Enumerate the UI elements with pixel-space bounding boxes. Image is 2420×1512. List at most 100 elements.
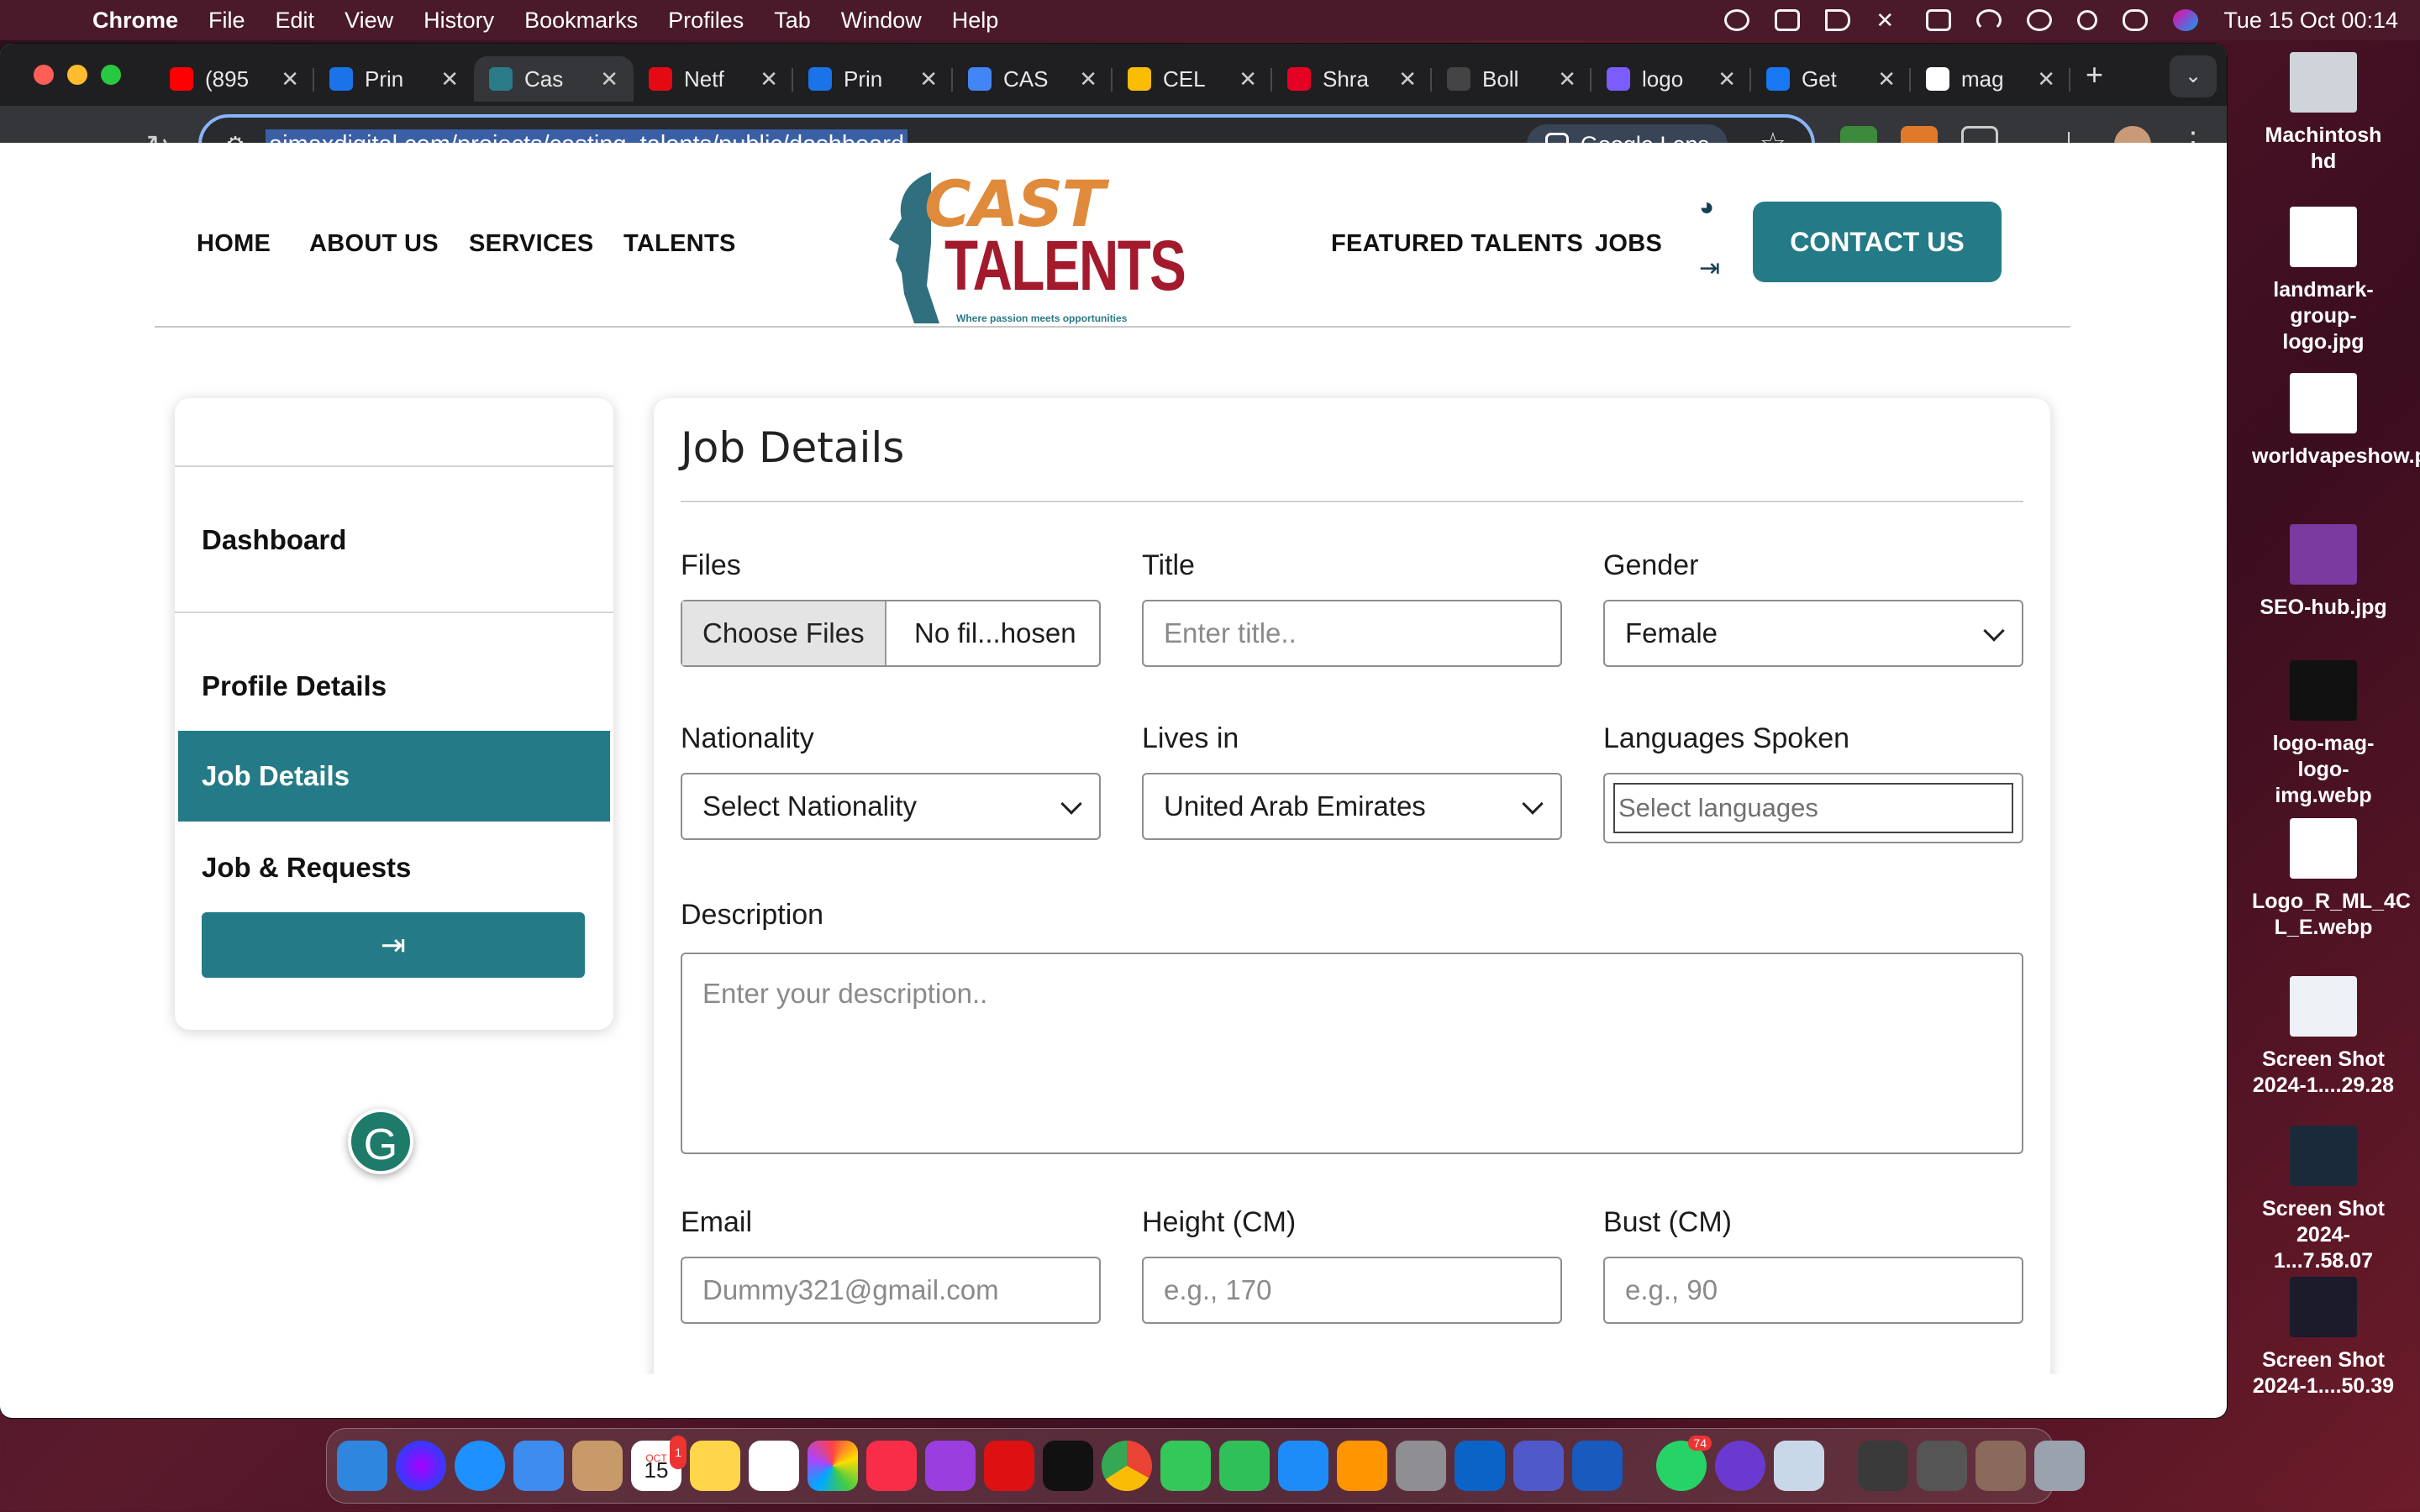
- browser-tab[interactable]: Netf ✕: [634, 56, 793, 102]
- browser-tab[interactable]: (895 ✕: [155, 56, 314, 102]
- sidebar-item-profile-details[interactable]: Profile Details: [202, 670, 387, 702]
- nav-jobs[interactable]: JOBS: [1595, 230, 1662, 258]
- reminders-icon[interactable]: [749, 1441, 799, 1491]
- facetime-icon[interactable]: [1219, 1441, 1270, 1491]
- battery-icon[interactable]: [1926, 9, 1952, 31]
- menu-view[interactable]: View: [345, 8, 393, 34]
- calendar-icon[interactable]: 15 1 OCT: [631, 1436, 687, 1491]
- input-menu-icon[interactable]: [1775, 9, 1801, 31]
- browser-tab[interactable]: Cas ✕: [474, 56, 634, 102]
- tab-close-icon[interactable]: ✕: [1877, 66, 1896, 92]
- tab-close-icon[interactable]: ✕: [1558, 66, 1576, 92]
- sidebar-item-job-requests[interactable]: Job & Requests: [202, 852, 411, 884]
- minimize-window-button[interactable]: [67, 65, 87, 85]
- browser-tab[interactable]: mag ✕: [1911, 56, 2070, 102]
- browser-tab[interactable]: Prin ✕: [314, 56, 474, 102]
- outlook-icon[interactable]: [1455, 1441, 1505, 1491]
- books-icon[interactable]: [1337, 1441, 1387, 1491]
- menu-clock[interactable]: Tue 15 Oct 00:14: [2223, 8, 2398, 34]
- files-input[interactable]: Choose Files No fil...hosen: [681, 600, 1101, 667]
- zoom-window-button[interactable]: [101, 65, 121, 85]
- height-input[interactable]: e.g., 170: [1142, 1257, 1562, 1324]
- menu-help[interactable]: Help: [952, 8, 999, 34]
- acrobat-icon[interactable]: [984, 1441, 1034, 1491]
- menu-app-name[interactable]: Chrome: [92, 8, 178, 34]
- control-center-icon[interactable]: [2123, 9, 2149, 31]
- sidebar-item-job-details[interactable]: Job Details: [178, 731, 610, 822]
- desktop-file-icon[interactable]: Screen Shot 2024-1...7.58.07: [2252, 1126, 2395, 1274]
- contact-us-button[interactable]: CONTACT US: [1753, 202, 2002, 282]
- contacts-icon[interactable]: [572, 1441, 623, 1491]
- nationality-select[interactable]: Select Nationality: [681, 773, 1101, 840]
- browser-tab[interactable]: Prin ✕: [793, 56, 953, 102]
- tab-close-icon[interactable]: ✕: [281, 66, 299, 92]
- vpn-app-icon[interactable]: [1715, 1441, 1765, 1491]
- close-window-button[interactable]: [34, 65, 54, 85]
- tab-close-icon[interactable]: ✕: [2037, 66, 2055, 92]
- desktop-file-icon[interactable]: logo-mag-logo-img.webp: [2252, 660, 2395, 809]
- chrome-icon[interactable]: [1102, 1441, 1152, 1491]
- nav-home[interactable]: HOME: [197, 230, 271, 258]
- description-textarea[interactable]: Enter your description..: [681, 953, 2023, 1154]
- notes-icon[interactable]: [690, 1441, 740, 1491]
- wifi-icon[interactable]: [1976, 9, 2002, 31]
- browser-tab[interactable]: Shra ✕: [1272, 56, 1432, 102]
- choose-files-button[interactable]: Choose Files: [682, 601, 886, 665]
- trash-icon[interactable]: [2034, 1441, 2085, 1491]
- desktop-file-icon[interactable]: SEO-hub.jpg: [2252, 524, 2395, 621]
- tab-close-icon[interactable]: ✕: [1239, 66, 1257, 92]
- languages-multiselect[interactable]: Select languages: [1603, 773, 2023, 843]
- mail-icon[interactable]: [513, 1441, 564, 1491]
- nav-featured-talents[interactable]: FEATURED TALENTS: [1331, 230, 1583, 258]
- gender-select[interactable]: Female: [1603, 600, 2023, 667]
- apple-tv-icon[interactable]: [1043, 1441, 1093, 1491]
- menu-file[interactable]: File: [208, 8, 245, 34]
- music-icon[interactable]: [866, 1441, 917, 1491]
- whatsapp-icon[interactable]: 74: [1656, 1436, 1712, 1491]
- browser-tab[interactable]: CAS ✕: [953, 56, 1113, 102]
- logout-icon[interactable]: ⇥: [1699, 254, 1720, 283]
- user-switch-icon[interactable]: [2027, 9, 2053, 31]
- menu-tab[interactable]: Tab: [774, 8, 811, 34]
- nav-services[interactable]: SERVICES: [469, 230, 594, 258]
- desktop-file-icon[interactable]: worldvapeshow.png: [2252, 373, 2420, 470]
- word-icon[interactable]: [1572, 1441, 1623, 1491]
- recent-folder-icon[interactable]: [1858, 1441, 1908, 1491]
- browser-tab[interactable]: CEL ✕: [1113, 56, 1272, 102]
- tab-close-icon[interactable]: ✕: [760, 66, 778, 92]
- title-input[interactable]: Enter title..: [1142, 600, 1562, 667]
- browser-tab[interactable]: Get ✕: [1751, 56, 1911, 102]
- siri-icon[interactable]: [2173, 9, 2199, 31]
- tab-close-icon[interactable]: ✕: [1718, 66, 1736, 92]
- messages-icon[interactable]: [1160, 1441, 1211, 1491]
- siri-icon[interactable]: [396, 1441, 446, 1491]
- desktop-file-icon[interactable]: landmark-group-logo.jpg: [2252, 207, 2395, 355]
- menu-history[interactable]: History: [424, 8, 494, 34]
- nav-about-us[interactable]: ABOUT US: [309, 230, 439, 258]
- app-store-icon[interactable]: [1278, 1441, 1328, 1491]
- email-input[interactable]: Dummy321@gmail.com: [681, 1257, 1101, 1324]
- desktop-file-icon[interactable]: Screen Shot 2024-1....50.39: [2252, 1277, 2395, 1399]
- teams-icon[interactable]: [1513, 1441, 1564, 1491]
- downloads-stack-icon[interactable]: [1917, 1441, 1967, 1491]
- preview-icon[interactable]: [1774, 1441, 1824, 1491]
- sidebar-item-dashboard[interactable]: Dashboard: [202, 524, 346, 556]
- tab-close-icon[interactable]: ✕: [440, 66, 459, 92]
- browser-tab[interactable]: Boll ✕: [1432, 56, 1591, 102]
- tab-close-icon[interactable]: ✕: [1398, 66, 1417, 92]
- desktop-file-icon[interactable]: Machintosh hd: [2252, 52, 2395, 175]
- menu-bookmarks[interactable]: Bookmarks: [524, 8, 638, 34]
- tab-search-button[interactable]: ⌄: [2170, 55, 2217, 97]
- sidebar-logout-button[interactable]: ⇥: [202, 912, 585, 978]
- grammarly-status-icon[interactable]: [1724, 9, 1750, 31]
- spotlight-search-icon[interactable]: [2077, 10, 2098, 30]
- lives-in-select[interactable]: United Arab Emirates: [1142, 773, 1562, 840]
- dashboard-gauge-icon[interactable]: ◕: [1699, 193, 1714, 222]
- tab-close-icon[interactable]: ✕: [600, 66, 618, 92]
- menu-window[interactable]: Window: [841, 8, 922, 34]
- photos-icon[interactable]: [808, 1441, 858, 1491]
- new-tab-button[interactable]: +: [2086, 57, 2103, 92]
- safari-icon[interactable]: [455, 1441, 505, 1491]
- menu-edit[interactable]: Edit: [276, 8, 315, 34]
- screenshot-stack-icon[interactable]: [1975, 1441, 2026, 1491]
